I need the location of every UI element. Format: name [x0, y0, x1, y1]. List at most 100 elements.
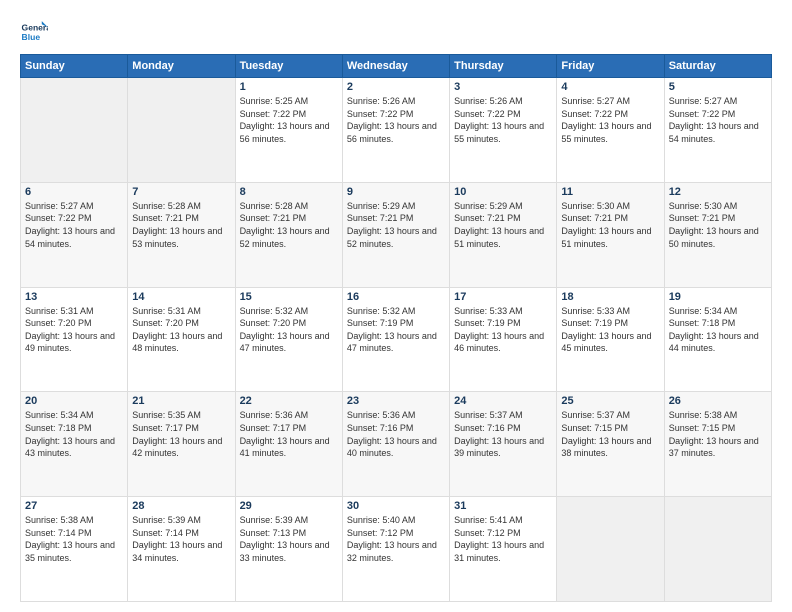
- day-number: 30: [347, 500, 445, 512]
- calendar-cell: 12Sunrise: 5:30 AMSunset: 7:21 PMDayligh…: [664, 182, 771, 287]
- day-number: 16: [347, 291, 445, 303]
- day-number: 27: [25, 500, 123, 512]
- cell-info: Sunrise: 5:32 AMSunset: 7:20 PMDaylight:…: [240, 306, 330, 354]
- calendar-cell: 20Sunrise: 5:34 AMSunset: 7:18 PMDayligh…: [21, 392, 128, 497]
- day-number: 7: [132, 186, 230, 198]
- cell-info: Sunrise: 5:38 AMSunset: 7:15 PMDaylight:…: [669, 410, 759, 458]
- calendar-cell: [664, 497, 771, 602]
- day-number: 21: [132, 395, 230, 407]
- calendar-cell: 10 Sunrise: 5:29 AMSunset: 7:21 PMDayligh…: [450, 182, 557, 287]
- calendar-cell: 30 Sunrise: 5:40 AMSunset: 7:12 PMDayligh…: [342, 497, 449, 602]
- cell-info: Sunrise: 5:36 AMSunset: 7:17 PMDaylight:…: [240, 410, 330, 458]
- calendar-cell: 31 Sunrise: 5:41 AMSunset: 7:12 PMDayligh…: [450, 497, 557, 602]
- logo: General Blue: [20, 18, 48, 46]
- calendar-cell: 16 Sunrise: 5:32 AMSunset: 7:19 PMDayligh…: [342, 287, 449, 392]
- day-number: 31: [454, 500, 552, 512]
- cell-info: Sunrise: 5:36 AMSunset: 7:16 PMDaylight:…: [347, 410, 437, 458]
- cell-info: Sunrise: 5:26 AMSunset: 7:22 PMDaylight:…: [347, 96, 437, 144]
- day-number: 20: [25, 395, 123, 407]
- cell-info: Sunrise: 5:35 AMSunset: 7:17 PMDaylight:…: [132, 410, 222, 458]
- day-number: 6: [25, 186, 123, 198]
- calendar-cell: 4 Sunrise: 5:27 AMSunset: 7:22 PMDaylight…: [557, 78, 664, 183]
- calendar-cell: 19 Sunrise: 5:34 AMSunset: 7:18 PMDayligh…: [664, 287, 771, 392]
- calendar-week-5: 27 Sunrise: 5:38 AMSunset: 7:14 PMDayligh…: [21, 497, 772, 602]
- day-number: 14: [132, 291, 230, 303]
- cell-info: Sunrise: 5:26 AMSunset: 7:22 PMDaylight:…: [454, 96, 544, 144]
- cell-info: Sunrise: 5:37 AMSunset: 7:15 PMDaylight:…: [561, 410, 651, 458]
- cell-info: Sunrise: 5:30 AMSunset: 7:21 PMDaylight:…: [561, 201, 651, 249]
- calendar-cell: 28 Sunrise: 5:39 AMSunset: 7:14 PMDayligh…: [128, 497, 235, 602]
- day-number: 2: [347, 81, 445, 93]
- day-number: 10: [454, 186, 552, 198]
- calendar-cell: 7Sunrise: 5:28 AMSunset: 7:21 PMDaylight…: [128, 182, 235, 287]
- cell-info: Sunrise: 5:27 AMSunset: 7:22 PMDaylight:…: [25, 201, 115, 249]
- cell-info: Sunrise: 5:33 AMSunset: 7:19 PMDaylight:…: [454, 306, 544, 354]
- day-number: 13: [25, 291, 123, 303]
- day-number: 9: [347, 186, 445, 198]
- col-header-friday: Friday: [557, 55, 664, 78]
- col-header-monday: Monday: [128, 55, 235, 78]
- calendar-cell: 18 Sunrise: 5:33 AMSunset: 7:19 PMDayligh…: [557, 287, 664, 392]
- calendar-cell: [128, 78, 235, 183]
- calendar-cell: 27 Sunrise: 5:38 AMSunset: 7:14 PMDayligh…: [21, 497, 128, 602]
- calendar-cell: [21, 78, 128, 183]
- cell-info: Sunrise: 5:27 AMSunset: 7:22 PMDaylight:…: [561, 96, 651, 144]
- cell-info: Sunrise: 5:40 AMSunset: 7:12 PMDaylight:…: [347, 515, 437, 563]
- cell-info: Sunrise: 5:33 AMSunset: 7:19 PMDaylight:…: [561, 306, 651, 354]
- logo-icon: General Blue: [20, 18, 48, 46]
- day-number: 22: [240, 395, 338, 407]
- cell-info: Sunrise: 5:25 AMSunset: 7:22 PMDaylight:…: [240, 96, 330, 144]
- calendar-cell: 9Sunrise: 5:29 AMSunset: 7:21 PMDaylight…: [342, 182, 449, 287]
- calendar-week-1: 1 Sunrise: 5:25 AMSunset: 7:22 PMDaylight…: [21, 78, 772, 183]
- calendar-cell: 29 Sunrise: 5:39 AMSunset: 7:13 PMDayligh…: [235, 497, 342, 602]
- day-number: 29: [240, 500, 338, 512]
- day-number: 28: [132, 500, 230, 512]
- cell-info: Sunrise: 5:34 AMSunset: 7:18 PMDaylight:…: [669, 306, 759, 354]
- day-number: 8: [240, 186, 338, 198]
- calendar-cell: 3 Sunrise: 5:26 AMSunset: 7:22 PMDaylight…: [450, 78, 557, 183]
- day-number: 12: [669, 186, 767, 198]
- page-header: General Blue: [20, 18, 772, 46]
- calendar-cell: 2 Sunrise: 5:26 AMSunset: 7:22 PMDaylight…: [342, 78, 449, 183]
- cell-info: Sunrise: 5:32 AMSunset: 7:19 PMDaylight:…: [347, 306, 437, 354]
- calendar-cell: [557, 497, 664, 602]
- calendar-cell: 15 Sunrise: 5:32 AMSunset: 7:20 PMDayligh…: [235, 287, 342, 392]
- col-header-saturday: Saturday: [664, 55, 771, 78]
- cell-info: Sunrise: 5:28 AMSunset: 7:21 PMDaylight:…: [240, 201, 330, 249]
- calendar-cell: 11 Sunrise: 5:30 AMSunset: 7:21 PMDayligh…: [557, 182, 664, 287]
- cell-info: Sunrise: 5:38 AMSunset: 7:14 PMDaylight:…: [25, 515, 115, 563]
- calendar-cell: 8 Sunrise: 5:28 AMSunset: 7:21 PMDaylight…: [235, 182, 342, 287]
- calendar-cell: 14 Sunrise: 5:31 AMSunset: 7:20 PMDayligh…: [128, 287, 235, 392]
- calendar-cell: 21 Sunrise: 5:35 AMSunset: 7:17 PMDayligh…: [128, 392, 235, 497]
- day-number: 15: [240, 291, 338, 303]
- cell-info: Sunrise: 5:31 AMSunset: 7:20 PMDaylight:…: [132, 306, 222, 354]
- calendar-cell: 6 Sunrise: 5:27 AMSunset: 7:22 PMDaylight…: [21, 182, 128, 287]
- cell-info: Sunrise: 5:29 AMSunset: 7:21 PMDaylight:…: [454, 201, 544, 249]
- calendar-header-row: SundayMondayTuesdayWednesdayThursdayFrid…: [21, 55, 772, 78]
- cell-info: Sunrise: 5:27 AMSunset: 7:22 PMDaylight:…: [669, 96, 759, 144]
- calendar-cell: 25Sunrise: 5:37 AMSunset: 7:15 PMDayligh…: [557, 392, 664, 497]
- day-number: 24: [454, 395, 552, 407]
- calendar-cell: 5 Sunrise: 5:27 AMSunset: 7:22 PMDaylight…: [664, 78, 771, 183]
- col-header-sunday: Sunday: [21, 55, 128, 78]
- day-number: 1: [240, 81, 338, 93]
- calendar-cell: 24Sunrise: 5:37 AMSunset: 7:16 PMDayligh…: [450, 392, 557, 497]
- cell-info: Sunrise: 5:41 AMSunset: 7:12 PMDaylight:…: [454, 515, 544, 563]
- cell-info: Sunrise: 5:39 AMSunset: 7:13 PMDaylight:…: [240, 515, 330, 563]
- day-number: 3: [454, 81, 552, 93]
- calendar-cell: 23 Sunrise: 5:36 AMSunset: 7:16 PMDayligh…: [342, 392, 449, 497]
- cell-info: Sunrise: 5:31 AMSunset: 7:20 PMDaylight:…: [25, 306, 115, 354]
- cell-info: Sunrise: 5:39 AMSunset: 7:14 PMDaylight:…: [132, 515, 222, 563]
- svg-text:Blue: Blue: [22, 32, 41, 42]
- day-number: 18: [561, 291, 659, 303]
- day-number: 23: [347, 395, 445, 407]
- day-number: 19: [669, 291, 767, 303]
- day-number: 5: [669, 81, 767, 93]
- calendar-week-2: 6 Sunrise: 5:27 AMSunset: 7:22 PMDaylight…: [21, 182, 772, 287]
- day-number: 4: [561, 81, 659, 93]
- calendar-cell: 17Sunrise: 5:33 AMSunset: 7:19 PMDayligh…: [450, 287, 557, 392]
- calendar-table: SundayMondayTuesdayWednesdayThursdayFrid…: [20, 54, 772, 602]
- col-header-wednesday: Wednesday: [342, 55, 449, 78]
- calendar-cell: 22 Sunrise: 5:36 AMSunset: 7:17 PMDayligh…: [235, 392, 342, 497]
- day-number: 11: [561, 186, 659, 198]
